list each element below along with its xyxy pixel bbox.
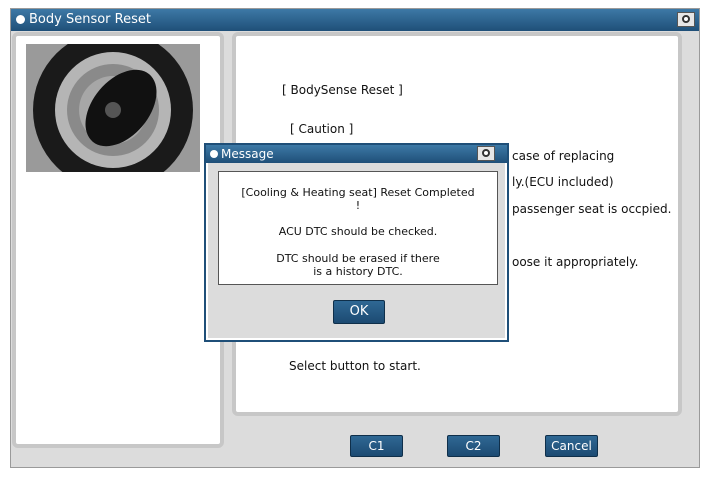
window-titlebar: Body Sensor Reset bbox=[11, 9, 699, 31]
message-box: [Cooling & Heating seat] Reset Completed… bbox=[218, 171, 498, 285]
camera-icon[interactable] bbox=[677, 12, 695, 27]
caution-line-2: ly.(ECU included) bbox=[512, 175, 614, 189]
message-line-3: ACU DTC should be checked. bbox=[278, 225, 438, 238]
dialog-body: [Cooling & Heating seat] Reset Completed… bbox=[208, 163, 505, 338]
caution-line-1: case of replacing bbox=[512, 149, 615, 163]
caution-heading: [ Caution ] bbox=[290, 122, 354, 136]
message-line-2: ! bbox=[355, 199, 361, 212]
dialog-bullet-icon bbox=[210, 150, 218, 158]
message-line-4: DTC should be erased if there bbox=[276, 252, 440, 265]
reset-header: [ BodySense Reset ] bbox=[282, 83, 403, 97]
ignition-key-photo bbox=[26, 44, 200, 172]
dialog-title: Message bbox=[221, 147, 274, 161]
message-dialog: Message [Cooling & Heating seat] Reset C… bbox=[204, 143, 509, 342]
select-instruction: Select button to start. bbox=[289, 359, 421, 373]
dialog-titlebar: Message bbox=[206, 145, 507, 163]
c1-button[interactable]: C1 bbox=[350, 435, 403, 457]
ok-button[interactable]: OK bbox=[333, 300, 385, 324]
cancel-button[interactable]: Cancel bbox=[545, 435, 598, 457]
caution-line-4: oose it appropriately. bbox=[512, 255, 639, 269]
message-line-1: [Cooling & Heating seat] Reset Completed bbox=[241, 186, 475, 199]
window-title: Body Sensor Reset bbox=[29, 12, 151, 27]
dialog-camera-icon[interactable] bbox=[477, 146, 495, 161]
c2-button[interactable]: C2 bbox=[447, 435, 500, 457]
message-line-5: is a history DTC. bbox=[313, 265, 403, 278]
title-bullet-icon bbox=[16, 15, 25, 24]
caution-line-3: passenger seat is occpied. bbox=[512, 202, 672, 216]
